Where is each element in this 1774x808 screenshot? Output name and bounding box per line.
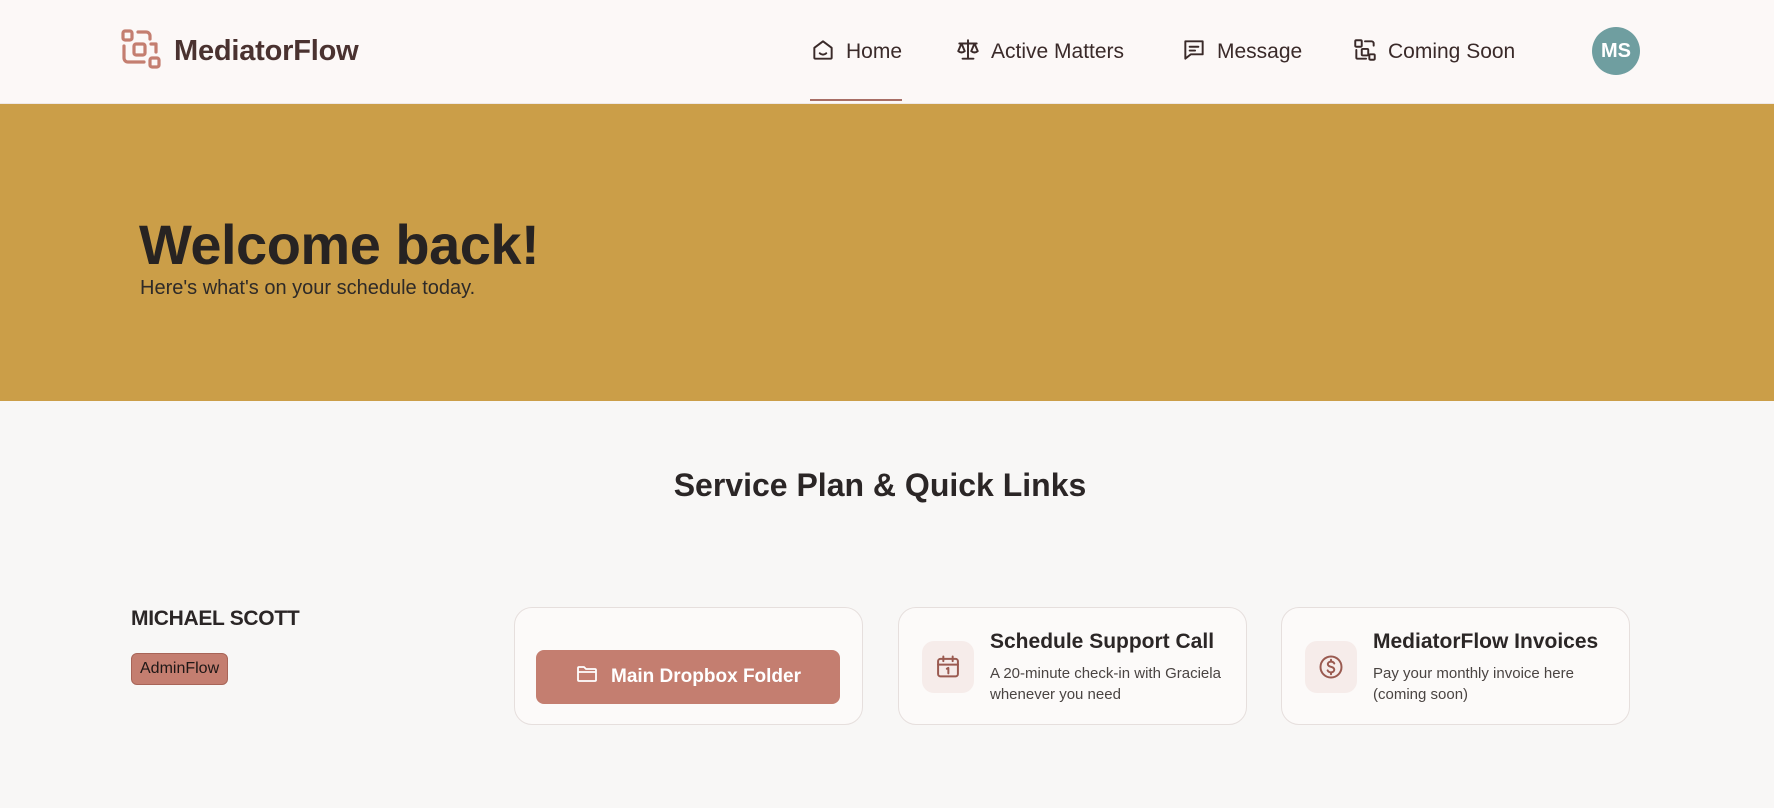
avatar[interactable]: MS: [1592, 27, 1640, 75]
invoices-card[interactable]: MediatorFlow Invoices Pay your monthly i…: [1281, 607, 1630, 725]
nav-item-home[interactable]: Home: [810, 0, 903, 104]
card-description: Pay your monthly invoice here (coming so…: [1373, 665, 1574, 703]
nav-item-label: Message: [1217, 40, 1303, 63]
nav-item-coming-soon[interactable]: Coming Soon: [1352, 0, 1515, 104]
schedule-support-card[interactable]: Schedule Support Call A 20-minute check-…: [898, 607, 1247, 725]
card-title: MediatorFlow Invoices: [1373, 630, 1599, 653]
card-description: A 20-minute check-in with Graciela whene…: [990, 665, 1221, 703]
card-title: Schedule Support Call: [990, 630, 1215, 653]
nav-item-label: Home: [846, 40, 903, 63]
top-navigation-bar: MediatorFlow Home Active Matters Message…: [0, 0, 1774, 104]
welcome-title: Welcome back!: [139, 213, 540, 276]
dropbox-button-label: Main Dropbox Folder: [611, 666, 801, 687]
flow-nodes-icon: [120, 28, 162, 75]
main-dropbox-folder-button[interactable]: Main Dropbox Folder: [536, 650, 840, 704]
nav-item-message[interactable]: Message: [1181, 0, 1302, 104]
nav-item-label: Active Matters: [991, 40, 1125, 63]
calendar-icon: [922, 641, 974, 693]
plan-badge: AdminFlow: [131, 653, 229, 685]
folder-icon: [575, 662, 599, 692]
dropbox-card: Main Dropbox Folder: [514, 607, 863, 725]
scales-icon: [955, 37, 981, 68]
nav-item-active-matters[interactable]: Active Matters: [955, 0, 1124, 104]
nav-item-label: Coming Soon: [1388, 40, 1516, 63]
brand-name: MediatorFlow: [174, 35, 359, 67]
home-icon: [810, 37, 836, 68]
brand[interactable]: MediatorFlow: [120, 28, 359, 75]
user-name: MICHAEL SCOTT: [131, 607, 300, 630]
message-icon: [1181, 37, 1207, 68]
welcome-subtitle: Here's what's on your schedule today.: [140, 277, 476, 299]
section-title: Service Plan & Quick Links: [673, 467, 1087, 503]
welcome-banner: Welcome back! Here's what's on your sche…: [0, 104, 1774, 401]
dollar-icon: [1305, 641, 1357, 693]
flow-icon: [1352, 37, 1378, 68]
